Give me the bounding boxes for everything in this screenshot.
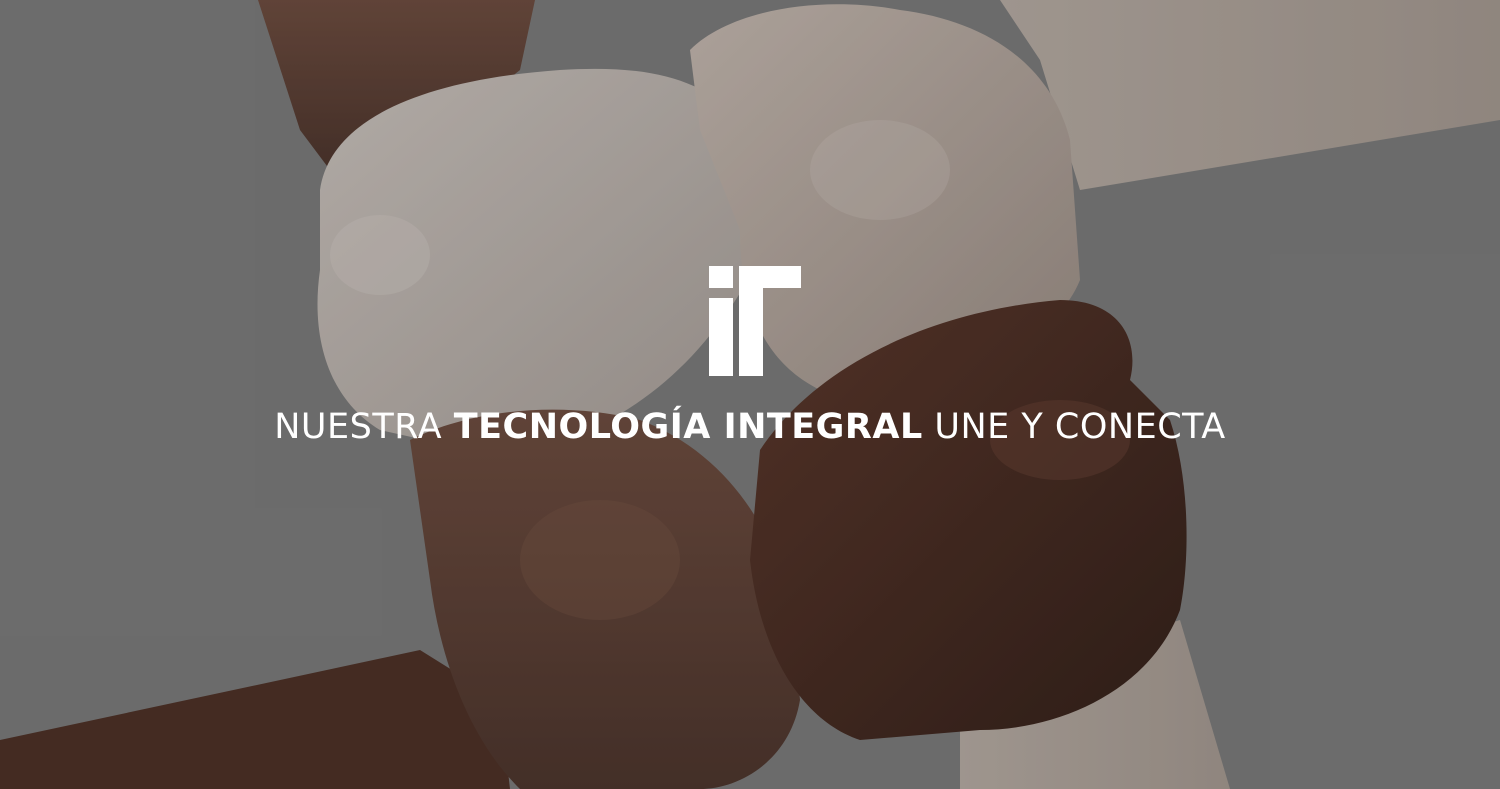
- tagline-part-3: UNE Y CONECTA: [922, 407, 1226, 447]
- hero-section: NUESTRA TECNOLOGÍA INTEGRAL UNE Y CONECT…: [0, 0, 1500, 789]
- tagline-part-2: TECNOLOGÍA INTEGRAL: [453, 407, 923, 447]
- tagline-part-1: NUESTRA: [274, 407, 454, 447]
- hero-tagline: NUESTRA TECNOLOGÍA INTEGRAL UNE Y CONECT…: [0, 400, 1500, 454]
- it-logo-icon: [709, 266, 801, 376]
- hero-overlay: [0, 0, 1500, 789]
